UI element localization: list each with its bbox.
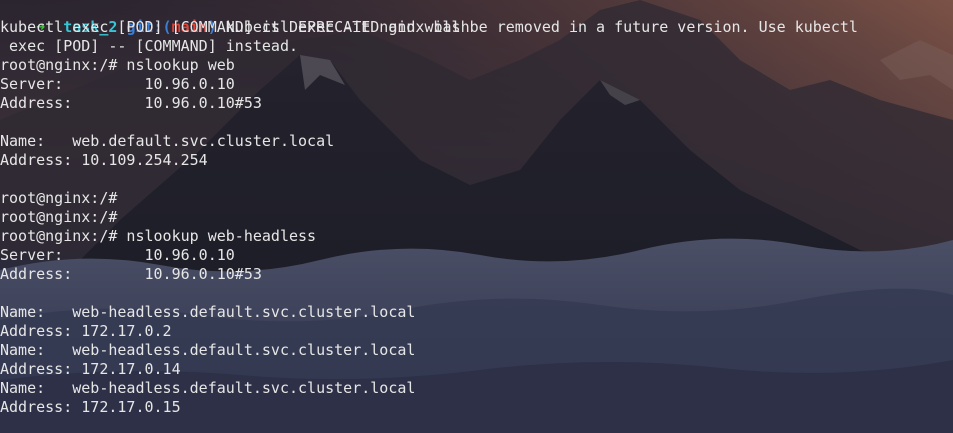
output-line: Address: 10.109.254.254	[0, 151, 208, 169]
output-line: kubectl exec [POD] [COMMAND] is DEPRECAT…	[0, 18, 858, 36]
output-line: root@nginx:/#	[0, 208, 118, 226]
prompt-line: ➜ task_2 git:(main) kubectl exec -it ngi…	[0, 0, 470, 36]
output-line: Address: 10.96.0.10#53	[0, 94, 262, 112]
output-line: Address: 172.17.0.2	[0, 322, 172, 340]
output-line: Name: web-headless.default.svc.cluster.l…	[0, 379, 416, 397]
output-line: root@nginx:/#	[0, 189, 118, 207]
output-line: Name: web-headless.default.svc.cluster.l…	[0, 341, 416, 359]
output-line: Address: 172.17.0.14	[0, 360, 181, 378]
output-line: Address: 10.96.0.10#53	[0, 265, 262, 283]
output-line: root@nginx:/# nslookup web-headless	[0, 227, 317, 245]
output-line: Name: web.default.svc.cluster.local	[0, 132, 335, 150]
output-line: Server: 10.96.0.10	[0, 246, 235, 264]
output-line: exec [POD] -- [COMMAND] instead.	[0, 37, 299, 55]
output-line: root@nginx:/# nslookup web	[0, 56, 235, 74]
output-line: Name: web-headless.default.svc.cluster.l…	[0, 303, 416, 321]
output-line: Server: 10.96.0.10	[0, 75, 235, 93]
output-line: Address: 172.17.0.15	[0, 398, 181, 416]
terminal-window[interactable]: ➜ task_2 git:(main) kubectl exec -it ngi…	[0, 0, 953, 433]
